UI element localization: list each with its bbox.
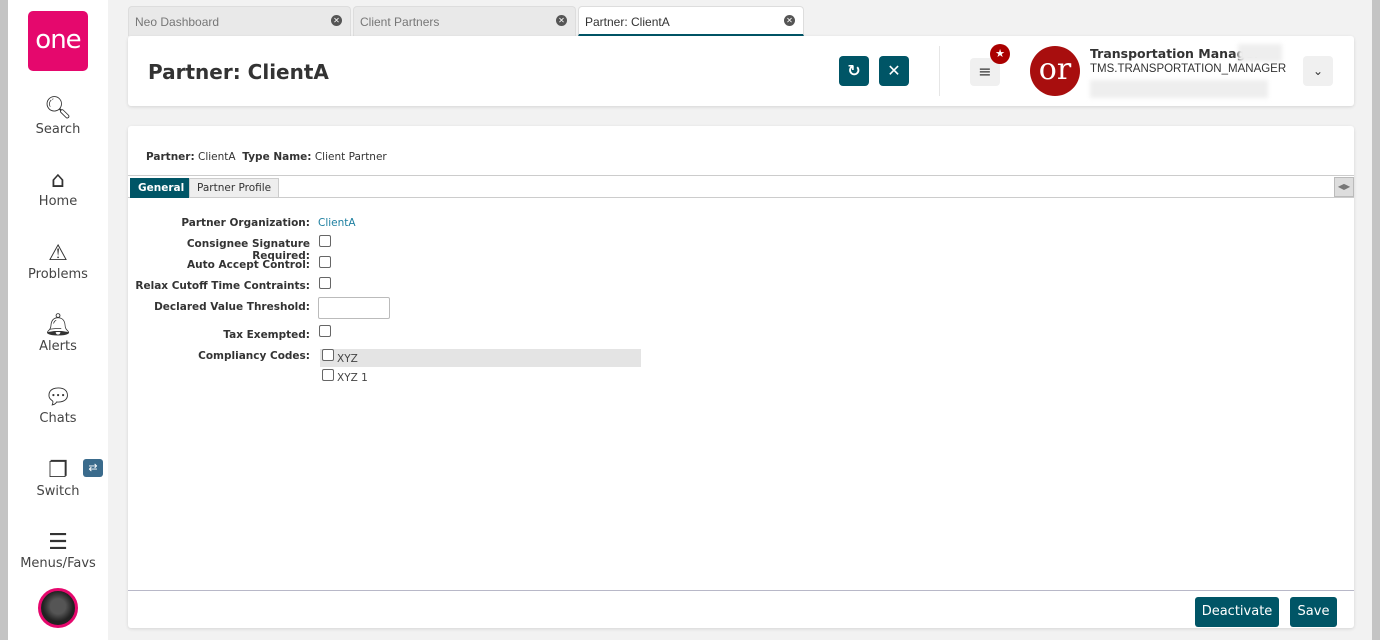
close-button[interactable]: ✕ <box>879 56 909 86</box>
tab-label: Partner: ClientA <box>585 15 670 29</box>
relax-cutoff-label: Relax Cutoff Time Contraints: <box>135 280 310 292</box>
chevron-down-icon[interactable]: ⌄ <box>1303 56 1333 86</box>
tab-neo-dashboard[interactable]: Neo Dashboard ✕ <box>128 6 351 36</box>
tab-label: Client Partners <box>360 15 440 29</box>
auto-accept-checkbox[interactable] <box>319 256 331 268</box>
left-edge <box>0 0 8 640</box>
refresh-button[interactable]: ↻ <box>839 56 869 86</box>
consignee-checkbox[interactable] <box>319 235 331 247</box>
sidebar-item-label: Chats <box>39 411 77 426</box>
divider <box>939 46 940 96</box>
sidebar-item-label: Switch <box>36 484 80 499</box>
declared-value-label: Declared Value Threshold: <box>154 301 310 313</box>
footer-divider <box>128 590 1354 591</box>
subtab-bar: General Partner Profile ◀▶ <box>128 175 1354 198</box>
search-icon: 🔍︎ <box>44 96 72 121</box>
tab-scroll-arrows[interactable]: ◀▶ <box>1334 177 1354 197</box>
content-panel: Partner: ClientA Type Name: Client Partn… <box>128 126 1354 628</box>
tab-partner-profile[interactable]: Partner Profile <box>189 178 280 198</box>
sidebar-item-label: Search <box>35 122 81 137</box>
compliancy-xyz-checkbox[interactable] <box>322 349 334 361</box>
partner-org-label: Partner Organization: <box>181 217 310 229</box>
close-icon[interactable]: ✕ <box>331 15 342 26</box>
record-meta: Partner: ClientA Type Name: Client Partn… <box>146 151 387 163</box>
sidebar-item-chats[interactable]: 💬︎ Chats <box>8 385 108 426</box>
star-icon[interactable]: ★ <box>990 44 1010 64</box>
relax-cutoff-checkbox[interactable] <box>319 277 331 289</box>
compliancy-option: XYZ <box>337 353 358 365</box>
sidebar-item-label: Alerts <box>39 339 77 354</box>
compliancy-codes-label: Compliancy Codes: <box>198 350 310 362</box>
deactivate-button[interactable]: Deactivate <box>1195 597 1279 627</box>
compliancy-option-highlight <box>320 349 641 367</box>
user-role: TMS.TRANSPORTATION_MANAGER <box>1090 63 1287 75</box>
redacted <box>1090 80 1268 98</box>
declared-value-input[interactable] <box>318 297 390 319</box>
partner-org-link[interactable]: ClientA <box>318 217 356 229</box>
user-name: Transportation Manager <box>1090 46 1261 61</box>
tab-client-partners[interactable]: Client Partners ✕ <box>353 6 576 36</box>
tab-partner-clienta[interactable]: Partner: ClientA ✕ <box>578 6 804 36</box>
tax-exempted-label: Tax Exempted: <box>223 329 310 341</box>
sidebar-item-label: Problems <box>28 267 88 282</box>
partner-label: Partner: <box>146 151 195 163</box>
sidebar-item-home[interactable]: ⌂ Home <box>8 168 108 209</box>
user-avatar[interactable]: or <box>1030 46 1080 96</box>
user-avatar[interactable] <box>38 588 78 628</box>
bell-icon: 🔔︎ <box>44 313 72 338</box>
type-label: Type Name: <box>242 151 312 163</box>
sidebar-item-label: Home <box>38 194 78 209</box>
partner-value: ClientA <box>198 151 236 163</box>
close-icon[interactable]: ✕ <box>784 15 795 26</box>
page-header: Partner: ClientA ↻ ✕ ≡ ★ or Transportati… <box>128 36 1354 106</box>
right-scrollbar[interactable] <box>1372 0 1380 640</box>
sidebar-item-label: Menus/Favs <box>20 556 96 571</box>
sidebar-item-menus[interactable]: ☰ Menus/Favs <box>8 530 108 571</box>
menu-icon: ☰ <box>48 530 68 555</box>
swap-icon[interactable]: ⇄ <box>83 459 103 477</box>
sidebar-item-problems[interactable]: ⚠︎ Problems <box>8 241 108 282</box>
page-title: Partner: ClientA <box>148 60 329 84</box>
type-value: Client Partner <box>314 151 387 163</box>
sidebar: one 🔍︎ Search ⌂ Home ⚠︎ Problems 🔔︎ Alerts 💬… <box>8 0 108 640</box>
one-logo[interactable]: one <box>28 11 88 71</box>
tab-label: Neo Dashboard <box>135 15 220 29</box>
auto-accept-label: Auto Accept Control: <box>187 259 310 271</box>
tab-general[interactable]: General <box>130 178 193 198</box>
compliancy-xyz1-checkbox[interactable] <box>322 369 334 381</box>
sidebar-item-alerts[interactable]: 🔔︎ Alerts <box>8 313 108 354</box>
home-icon: ⌂ <box>51 168 65 193</box>
warning-icon: ⚠︎ <box>48 241 68 266</box>
redacted <box>1238 44 1282 62</box>
save-button[interactable]: Save <box>1290 597 1337 627</box>
chat-icon: 💬︎ <box>44 385 72 410</box>
sidebar-item-search[interactable]: 🔍︎ Search <box>8 96 108 137</box>
tax-exempted-checkbox[interactable] <box>319 325 331 337</box>
compliancy-option: XYZ 1 <box>337 372 368 384</box>
close-icon[interactable]: ✕ <box>556 15 567 26</box>
